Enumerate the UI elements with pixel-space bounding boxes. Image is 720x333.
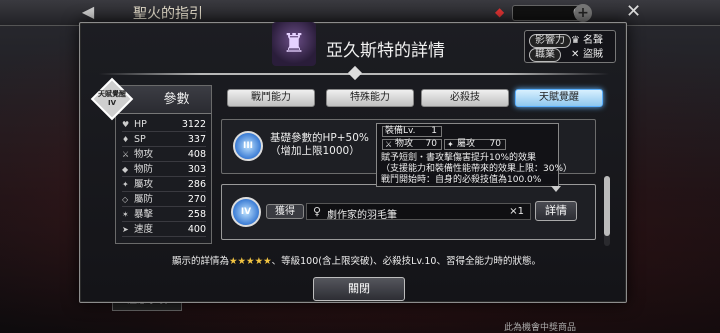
footer-suffix: 、等級100(含上限突破)、必殺技Lv.10、習得全能力時的狀態。 (271, 256, 541, 267)
stat-label: HP (134, 119, 147, 130)
entry1-line2: （增加上限1000） (270, 145, 360, 157)
stat-row: ♥ HP 3122 (122, 119, 206, 132)
awakening-medal-icon: IV (231, 197, 261, 227)
awakening-badge-label: 天賦覺醒IV (98, 90, 126, 107)
equip-level-value: 1 (431, 126, 437, 136)
sp-icon: ♦ (122, 135, 130, 144)
detail-button[interactable]: 詳情 (535, 201, 577, 221)
stat-row: ♦ SP 337 (122, 134, 206, 147)
eatk-value: 70 (489, 139, 501, 149)
stat-value: 400 (187, 224, 206, 235)
magic-icon: ✦ (122, 180, 129, 189)
job-value: 盜賊 (583, 49, 603, 60)
influence-label: 影響力 (529, 34, 571, 48)
stat-label: 屬防 (134, 194, 154, 205)
critical-icon: ✶ (122, 210, 129, 219)
close-icon[interactable]: ✕ (626, 1, 641, 22)
eatk-label: 屬攻 (457, 139, 476, 149)
star-rating-icon: ★★★★★ (229, 256, 272, 267)
tooltip-effect-3: 戰鬥開始時：自身的必殺技值為100.0% (381, 175, 542, 185)
patk-value: 70 (425, 139, 437, 149)
stat-value: 303 (187, 164, 206, 175)
stat-row: ➤ 速度 400 (122, 224, 206, 237)
stat-value: 337 (187, 134, 206, 145)
tooltip-eatk: ✦ 屬攻 70 (444, 139, 506, 150)
stat-row: ✦ 屬攻 286 (122, 179, 206, 192)
add-gem-button[interactable]: + (574, 4, 592, 22)
heart-icon: ♥ (122, 120, 130, 129)
stat-label: 屬攻 (134, 179, 154, 190)
footer-prefix: 顯示的詳情為 (172, 256, 230, 267)
influence-value: 名聲 (583, 35, 603, 46)
dagger-icon: ✕ (571, 49, 580, 60)
item-quantity: ×1 (509, 206, 524, 217)
stat-row: ⚔ 物攻 408 (122, 149, 206, 162)
screen-title: 聖火的指引 (133, 6, 203, 22)
magic-shield-icon: ◇ (122, 195, 129, 204)
entry1-line1: 基礎參數的HP+50% (270, 132, 369, 144)
stat-value: 258 (187, 209, 206, 220)
shield-icon: ◆ (122, 165, 129, 174)
stat-label: 物攻 (134, 149, 154, 160)
magic-icon: ✦ (447, 140, 454, 149)
obtain-label: 獲得 (266, 204, 304, 219)
character-avatar-icon: ♜ (272, 22, 316, 66)
item-name: 劇作家的羽毛筆 (327, 210, 397, 221)
stat-row: ◇ 屬防 270 (122, 194, 206, 207)
tooltip-effect-1: 賦予短劍・書攻擊傷害提升10%的效果 (381, 153, 537, 163)
tab-ultimate[interactable]: 必殺技 (421, 89, 509, 107)
sword-icon: ⚔ (122, 150, 130, 159)
stat-value: 3122 (181, 119, 206, 130)
awakening-medal-icon: III (233, 131, 263, 161)
sword-icon: ⚔ (385, 140, 393, 149)
stat-value: 408 (187, 149, 206, 160)
stat-row: ✶ 暴擊 258 (122, 209, 206, 222)
gem-icon: ◆ (495, 5, 505, 19)
tab-special[interactable]: 特殊能力 (326, 89, 414, 107)
tooltip-effect-2: （支援能力和裝備性能帶來的效果上限：30%） (381, 164, 573, 174)
dialog-title: 亞久斯特的詳情 (326, 41, 445, 61)
quill-icon: ♀ (313, 205, 322, 218)
scrollbar-thumb[interactable] (604, 176, 610, 236)
close-button[interactable]: 關閉 (313, 277, 405, 301)
item-field: ♀ 劇作家的羽毛筆 ×1 (306, 203, 531, 221)
stats-panel: 參數 ♥ HP 3122 ♦ SP 337 ⚔ 物攻 408 ◆ 物防 303 ✦ 屬攻 286 ◇… (115, 85, 212, 244)
influence-icon: ♛ (571, 35, 580, 46)
stat-label: 物防 (134, 164, 154, 175)
equip-level-label: 裝備Lv. (385, 126, 416, 136)
speed-icon: ➤ (122, 225, 129, 234)
role-box: 影響力 ♛ 名聲 職業 ✕ 盜賊 (524, 30, 616, 63)
stat-row: ◆ 物防 303 (122, 164, 206, 177)
stat-label: 速度 (134, 224, 154, 235)
job-label: 職業 (529, 48, 561, 62)
stat-value: 286 (187, 179, 206, 190)
footer-note: 顯示的詳情為★★★★★、等級100(含上限突破)、必殺技Lv.10、習得全能力時… (172, 253, 541, 267)
background-footnote: 此為機會中獎商品 (504, 323, 577, 333)
stat-label: SP (134, 134, 146, 145)
tooltip-pointer-icon (551, 186, 561, 192)
back-arrow-icon[interactable]: ◀ (70, 2, 106, 22)
tooltip-patk: ⚔ 物攻 70 (382, 139, 442, 150)
patk-label: 物攻 (395, 139, 414, 149)
stat-value: 270 (187, 194, 206, 205)
tab-awakening[interactable]: 天賦覺醒 (515, 89, 603, 107)
stat-label: 暴擊 (134, 209, 154, 220)
tab-combat[interactable]: 戰鬥能力 (227, 89, 315, 107)
equip-level: 裝備Lv. 1 (382, 126, 442, 137)
entries-scrollbar[interactable] (604, 176, 610, 246)
